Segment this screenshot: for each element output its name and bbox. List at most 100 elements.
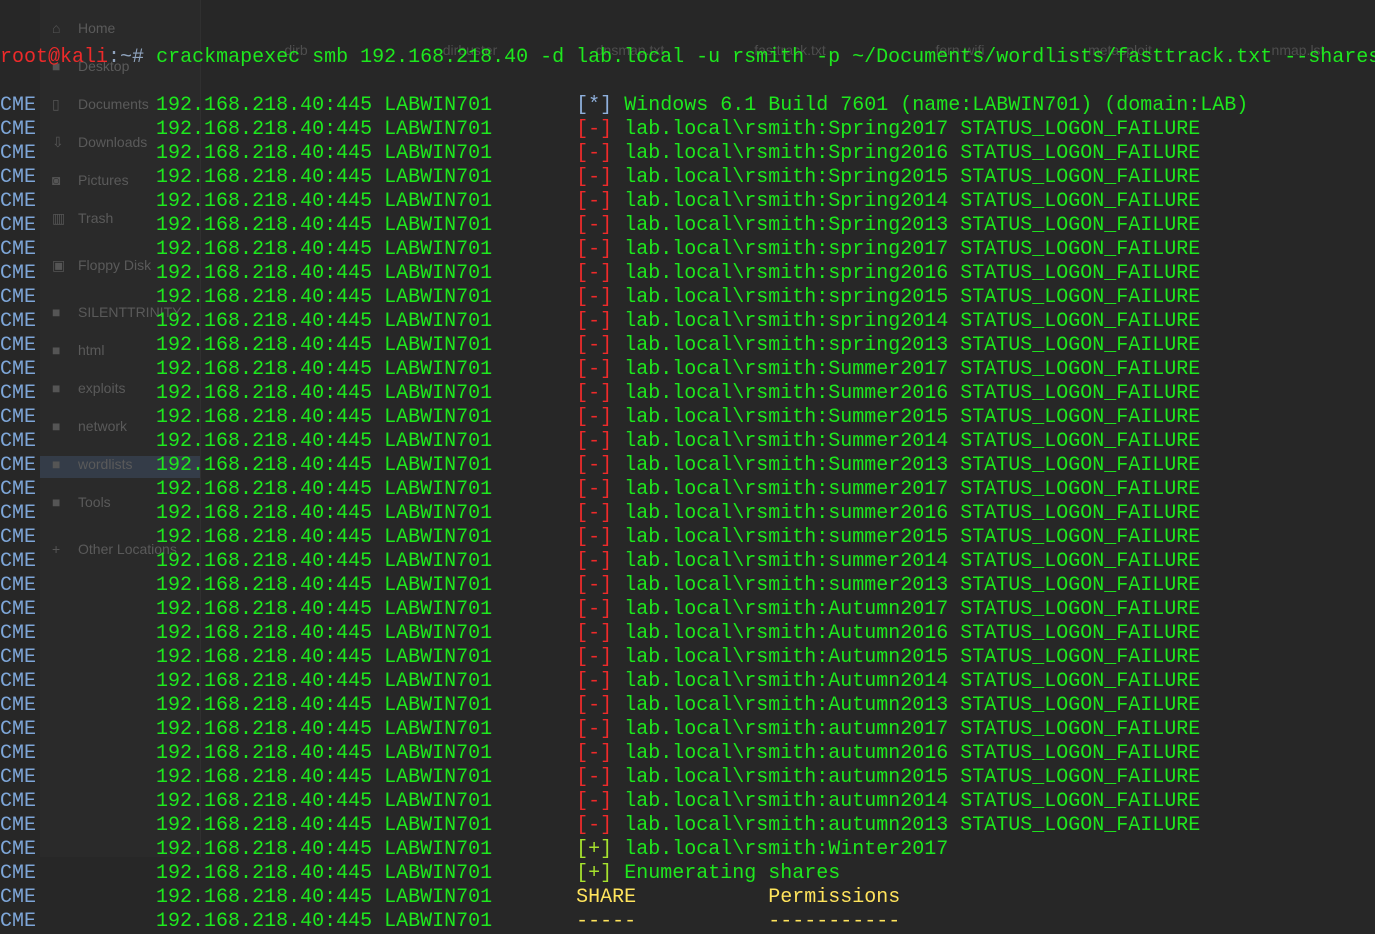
status-marker: [-] [576,814,613,837]
host-label: CME [0,310,37,333]
target-address: 192.168.218.40:445 [156,550,373,573]
target-address: 192.168.218.40:445 [156,118,373,141]
prompt-line: root@kali:~# crackmapexec smb 192.168.21… [0,46,1375,70]
status-message: lab.local\rsmith:Summer2013 STATUS_LOGON… [624,454,1201,477]
target-address: 192.168.218.40:445 [156,382,373,405]
target-name: LABWIN701 [384,286,493,309]
status-message: lab.local\rsmith:Spring2013 STATUS_LOGON… [624,214,1201,237]
target-name: LABWIN701 [384,598,493,621]
target-address: 192.168.218.40:445 [156,670,373,693]
host-label: CME [0,910,37,933]
host-label: CME [0,718,37,741]
status-message: lab.local\rsmith:Winter2017 [624,838,949,861]
output-line: CME 192.168.218.40:445 LABWIN701 [-] lab… [0,742,1375,766]
output-line: CME 192.168.218.40:445 LABWIN701 [-] lab… [0,502,1375,526]
target-name: LABWIN701 [384,766,493,789]
target-name: LABWIN701 [384,526,493,549]
status-marker: [-] [576,118,613,141]
status-marker: [-] [576,334,613,357]
host-label: CME [0,334,37,357]
host-label: CME [0,166,37,189]
status-marker: [-] [576,598,613,621]
status-marker: [-] [576,358,613,381]
target-address: 192.168.218.40:445 [156,910,373,933]
target-name: LABWIN701 [384,262,493,285]
status-marker: [-] [576,742,613,765]
status-message: lab.local\rsmith:autumn2015 STATUS_LOGON… [624,766,1201,789]
status-message: lab.local\rsmith:Spring2015 STATUS_LOGON… [624,166,1201,189]
output-line: CME 192.168.218.40:445 LABWIN701 [-] lab… [0,238,1375,262]
target-address: 192.168.218.40:445 [156,406,373,429]
prompt-symbol: # [132,46,157,69]
target-name: LABWIN701 [384,238,493,261]
target-name: LABWIN701 [384,790,493,813]
status-message: lab.local\rsmith:autumn2016 STATUS_LOGON… [624,742,1201,765]
status-message: lab.local\rsmith:spring2013 STATUS_LOGON… [624,334,1201,357]
status-marker: [-] [576,646,613,669]
target-name: LABWIN701 [384,358,493,381]
output-line: CME 192.168.218.40:445 LABWIN701 [-] lab… [0,526,1375,550]
output-line: CME 192.168.218.40:445 LABWIN701 [-] lab… [0,694,1375,718]
status-message: lab.local\rsmith:Summer2015 STATUS_LOGON… [624,406,1201,429]
status-message: lab.local\rsmith:Spring2016 STATUS_LOGON… [624,142,1201,165]
target-name: LABWIN701 [384,214,493,237]
status-message: lab.local\rsmith:Autumn2013 STATUS_LOGON… [624,694,1201,717]
share-table-header: SHARE Permissions [576,886,901,909]
target-name: LABWIN701 [384,550,493,573]
status-message: lab.local\rsmith:Autumn2016 STATUS_LOGON… [624,622,1201,645]
target-address: 192.168.218.40:445 [156,622,373,645]
status-message: lab.local\rsmith:Spring2017 STATUS_LOGON… [624,118,1201,141]
output-line: CME 192.168.218.40:445 LABWIN701 [-] lab… [0,190,1375,214]
output-line: CME 192.168.218.40:445 LABWIN701 [+] Enu… [0,862,1375,886]
output-line: CME 192.168.218.40:445 LABWIN701 [*] Win… [0,94,1375,118]
target-address: 192.168.218.40:445 [156,190,373,213]
output-line: CME 192.168.218.40:445 LABWIN701 [-] lab… [0,118,1375,142]
output-line: CME 192.168.218.40:445 LABWIN701 [-] lab… [0,214,1375,238]
host-label: CME [0,886,37,909]
target-address: 192.168.218.40:445 [156,838,373,861]
terminal-output[interactable]: root@kali:~# crackmapexec smb 192.168.21… [0,0,1375,934]
status-message: lab.local\rsmith:spring2017 STATUS_LOGON… [624,238,1201,261]
host-label: CME [0,646,37,669]
